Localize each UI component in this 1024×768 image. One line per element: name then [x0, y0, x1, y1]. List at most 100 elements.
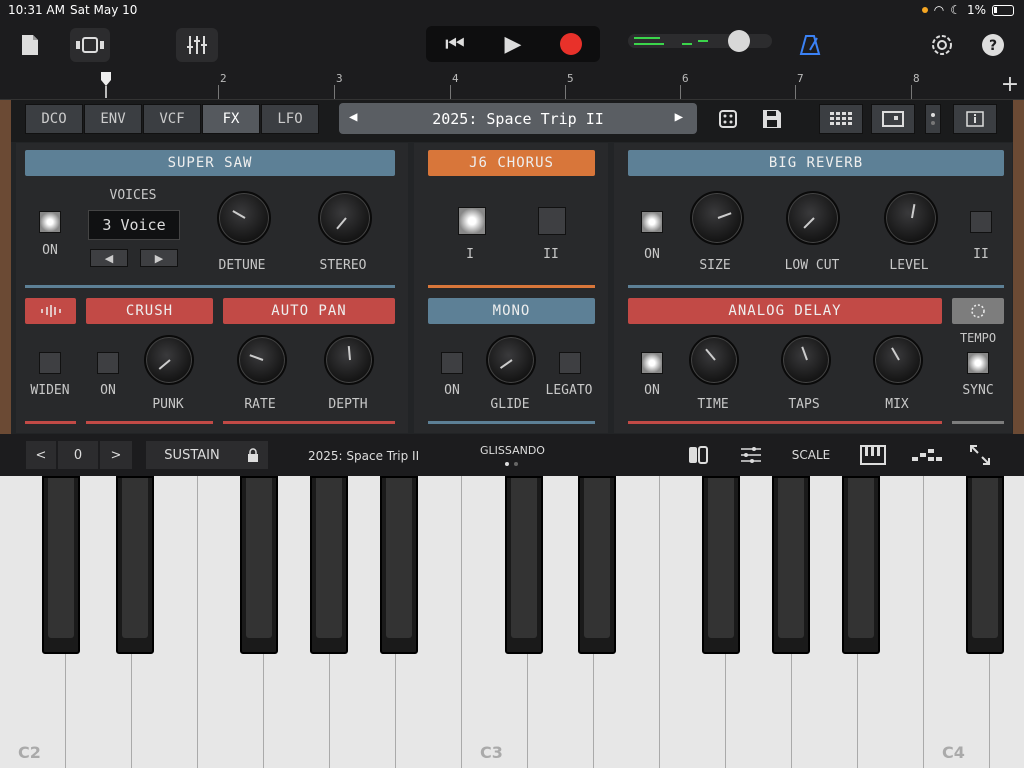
reverb-on-toggle[interactable] — [641, 211, 663, 233]
grid-view-icon[interactable] — [819, 104, 863, 134]
battery-icon — [992, 4, 1014, 16]
info-icon[interactable] — [953, 104, 997, 134]
mono-divider — [428, 421, 595, 424]
rate-knob[interactable] — [237, 335, 287, 385]
preset-name: 2025: Space Trip II — [432, 109, 604, 128]
delay-taps-knob[interactable] — [781, 335, 831, 385]
sustain-button[interactable]: SUSTAIN — [146, 441, 238, 469]
delay-mix-knob[interactable] — [873, 335, 923, 385]
glide-knob[interactable] — [486, 335, 536, 385]
help-icon[interactable]: ? — [980, 28, 1006, 62]
expand-arrows-icon[interactable] — [966, 441, 994, 469]
black-key[interactable] — [310, 476, 348, 654]
octave-up-button[interactable]: > — [100, 441, 132, 469]
tab-env[interactable]: ENV — [84, 104, 142, 134]
reverb-size-label: SIZE — [699, 258, 731, 273]
chorus-i-toggle[interactable] — [458, 207, 486, 235]
chorus-divider — [428, 285, 595, 288]
punk-label: PUNK — [152, 397, 184, 412]
black-key[interactable] — [702, 476, 740, 654]
delay-time-label: TIME — [697, 397, 729, 412]
preset-next-icon[interactable]: ▶ — [675, 109, 683, 125]
tempo-label: TEMPO — [959, 331, 997, 345]
super-saw-header: SUPER SAW — [25, 150, 395, 176]
black-key[interactable] — [966, 476, 1004, 654]
volume-thumb[interactable] — [728, 30, 750, 52]
metronome-icon[interactable] — [796, 28, 824, 62]
mixer-icon[interactable] — [176, 28, 218, 62]
arpeggiator-icon[interactable] — [910, 441, 944, 469]
wifi-icon: ◠ — [933, 3, 945, 17]
legato-toggle[interactable] — [559, 352, 581, 374]
reverb-level-knob[interactable] — [884, 191, 938, 245]
keyboard-layout-icon[interactable] — [858, 441, 888, 469]
black-key[interactable] — [842, 476, 880, 654]
volume-slider[interactable] — [628, 30, 772, 52]
black-key[interactable] — [116, 476, 154, 654]
preset-selector[interactable]: ◀ 2025: Space Trip II ▶ — [339, 103, 697, 134]
page-dot — [514, 462, 518, 466]
octave-down-button[interactable]: < — [26, 441, 56, 469]
keyboard-controls-bar: < 0 > SUSTAIN 2025: Space Trip II GLISSA… — [0, 434, 1024, 476]
scale-button[interactable]: SCALE — [788, 441, 834, 469]
timeline-ruler[interactable]: 2 3 4 5 6 7 8 + — [0, 70, 1024, 100]
preset-prev-icon[interactable]: ◀ — [349, 109, 357, 125]
voices-next-button[interactable]: ▶ — [140, 249, 178, 267]
delay-time-knob[interactable] — [689, 335, 739, 385]
rewind-button[interactable]: ⏮ — [426, 26, 484, 62]
controls-sliders-icon[interactable] — [738, 441, 764, 469]
tracks-view-icon[interactable] — [70, 28, 110, 62]
sustain-lock-icon[interactable] — [238, 441, 268, 469]
mono-on-toggle[interactable] — [441, 352, 463, 374]
widen-toggle[interactable] — [39, 352, 61, 374]
ruler-mark: 3 — [336, 72, 343, 85]
crush-on-toggle[interactable] — [97, 352, 119, 374]
tempo-sync-toggle[interactable] — [967, 352, 989, 374]
play-button[interactable]: ▶ — [484, 26, 542, 62]
widen-header-icon[interactable] — [25, 298, 76, 324]
black-key[interactable] — [505, 476, 543, 654]
add-section-icon[interactable]: + — [1000, 70, 1020, 98]
chorus-ii-label: II — [543, 247, 559, 262]
chorus-ii-toggle[interactable] — [538, 207, 566, 235]
reverb-ii-toggle[interactable] — [970, 211, 992, 233]
reverb-size-knob[interactable] — [690, 191, 744, 245]
document-icon[interactable] — [16, 28, 44, 62]
black-key[interactable] — [42, 476, 80, 654]
reverb-ii-label: II — [973, 247, 989, 262]
synth-nav-bar: DCO ENV VCF FX LFO ◀ 2025: Space Trip II… — [11, 100, 1013, 142]
delay-on-toggle[interactable] — [641, 352, 663, 374]
tab-lfo[interactable]: LFO — [261, 104, 319, 134]
stereo-knob[interactable] — [318, 191, 372, 245]
recording-indicator-icon — [921, 7, 928, 13]
reverb-low-cut-knob[interactable] — [786, 191, 840, 245]
moon-icon: ☾ — [950, 3, 961, 17]
black-key[interactable] — [240, 476, 278, 654]
settings-gear-icon[interactable] — [928, 28, 956, 62]
auto-pan-divider — [223, 421, 395, 424]
wood-side-right — [1013, 100, 1024, 434]
record-button[interactable] — [542, 26, 600, 62]
save-icon[interactable] — [757, 104, 787, 134]
black-key[interactable] — [772, 476, 810, 654]
black-key[interactable] — [380, 476, 418, 654]
detune-knob[interactable] — [217, 191, 271, 245]
tab-vcf[interactable]: VCF — [143, 104, 201, 134]
punk-knob[interactable] — [144, 335, 194, 385]
tab-fx[interactable]: FX — [202, 104, 260, 134]
super-saw-on-toggle[interactable] — [39, 211, 61, 233]
playhead-icon[interactable] — [100, 70, 112, 98]
black-key[interactable] — [578, 476, 616, 654]
toggle-small-icon[interactable] — [925, 104, 941, 134]
depth-knob[interactable] — [324, 335, 374, 385]
randomize-dice-icon[interactable] — [713, 104, 743, 134]
delay-tempo-indicator-icon[interactable] — [952, 298, 1004, 324]
tab-dco[interactable]: DCO — [25, 104, 83, 134]
auto-pan-header: AUTO PAN — [223, 298, 395, 324]
split-keyboard-icon[interactable] — [686, 441, 710, 469]
voices-prev-button[interactable]: ◀ — [90, 249, 128, 267]
pad-view-icon[interactable] — [871, 104, 915, 134]
ruler-mark: 7 — [797, 72, 804, 85]
ruler-mark: 2 — [220, 72, 227, 85]
glissando-label[interactable]: GLISSANDO — [480, 444, 545, 457]
